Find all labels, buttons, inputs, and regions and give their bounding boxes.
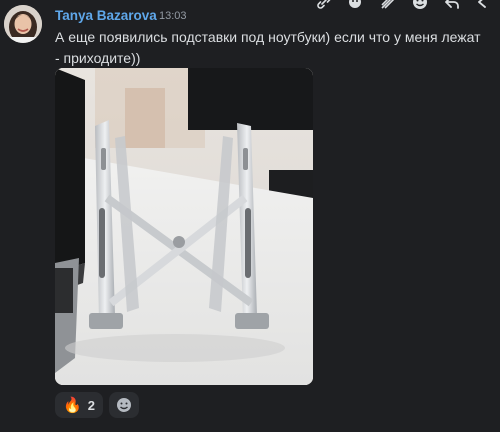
message-content: А еще появились подставки под ноутбуки) … <box>55 29 481 66</box>
chat-message: Tanya Bazarova 13:03 А еще появились под… <box>0 0 500 432</box>
reactions-bar: 🔥 2 <box>55 392 139 418</box>
add-reaction-icon[interactable] <box>346 0 366 12</box>
strikethrough-icon[interactable] <box>378 0 398 12</box>
fire-icon: 🔥 <box>63 396 82 414</box>
avatar[interactable] <box>4 5 42 43</box>
emoji-icon[interactable] <box>410 0 430 12</box>
avatar-photo <box>4 5 42 43</box>
reaction-fire[interactable]: 🔥 2 <box>55 392 103 418</box>
reply-icon[interactable] <box>442 0 462 12</box>
emoji-icon <box>116 398 131 412</box>
image-attachment[interactable] <box>55 68 313 385</box>
message-timestamp: 13:03 <box>159 10 187 22</box>
author-name[interactable]: Tanya Bazarova <box>55 8 157 23</box>
link-icon[interactable] <box>314 0 334 12</box>
back-icon[interactable] <box>474 0 494 12</box>
reaction-count: 2 <box>87 397 95 413</box>
add-reaction-button[interactable] <box>108 392 139 418</box>
message-hover-toolbar <box>314 0 494 12</box>
laptop-stand-photo <box>55 68 313 385</box>
